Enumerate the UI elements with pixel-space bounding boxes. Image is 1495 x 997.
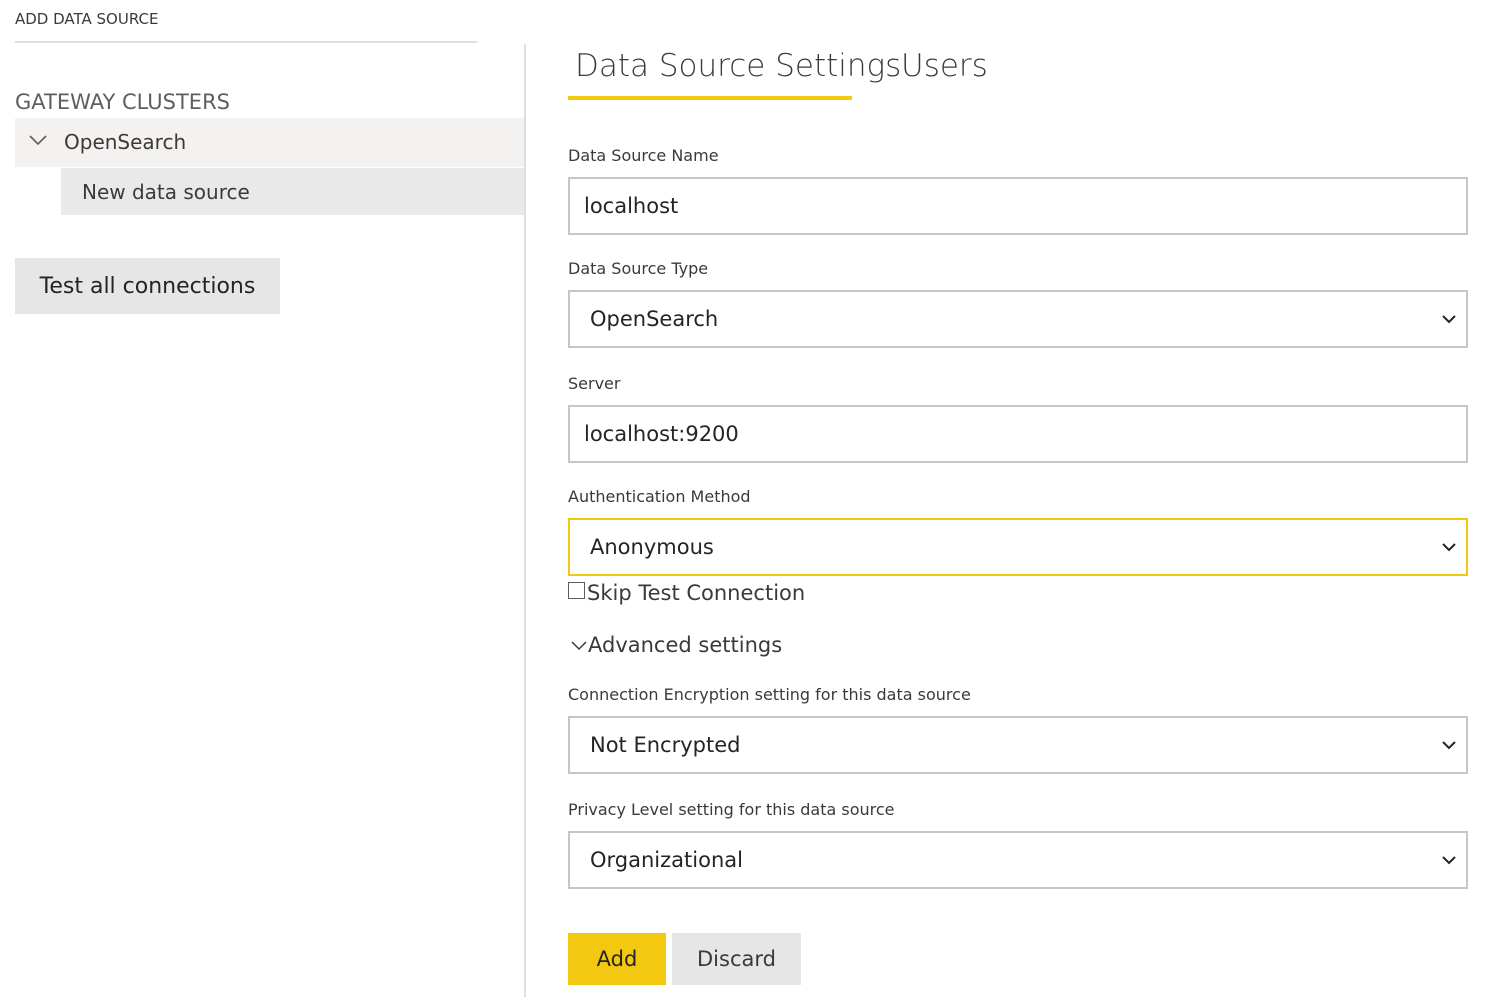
add-data-source-link[interactable]: ADD DATA SOURCE [15,10,158,28]
skip-test-connection-checkbox[interactable] [568,582,585,599]
server-value: localhost:9200 [584,422,739,446]
server-input[interactable]: localhost:9200 [568,405,1468,463]
add-data-source-underline [15,41,477,43]
panel-divider [524,44,526,997]
authentication-method-label: Authentication Method [568,487,751,506]
discard-button[interactable]: Discard [672,933,801,985]
data-source-type-label: Data Source Type [568,259,709,278]
privacy-level-value: Organizational [590,848,743,872]
chevron-down-icon [1442,741,1456,750]
skip-test-connection-label[interactable]: Skip Test Connection [587,581,805,605]
chevron-down-icon [1442,856,1456,865]
gateway-clusters-title: GATEWAY CLUSTERS [15,90,230,114]
privacy-level-label: Privacy Level setting for this data sour… [568,800,895,819]
privacy-level-select[interactable]: Organizational [568,831,1468,889]
server-label: Server [568,374,621,393]
active-tab-indicator [568,96,852,100]
encryption-select[interactable]: Not Encrypted [568,716,1468,774]
gateway-cluster-name: OpenSearch [64,130,187,154]
data-source-item[interactable]: New data source [61,168,524,215]
data-source-type-select[interactable]: OpenSearch [568,290,1468,348]
chevron-down-icon [1442,315,1456,324]
data-source-name-input[interactable]: localhost [568,177,1468,235]
left-panel: ADD DATA SOURCE GATEWAY CLUSTERS OpenSea… [0,0,525,997]
chevron-down-icon [571,641,587,651]
advanced-settings-label: Advanced settings [588,633,783,657]
data-source-type-value: OpenSearch [590,307,719,331]
gateway-cluster-item[interactable]: OpenSearch [15,118,524,167]
encryption-value: Not Encrypted [590,733,741,757]
test-all-connections-button[interactable]: Test all connections [15,258,280,314]
authentication-method-select[interactable]: Anonymous [568,518,1468,576]
add-button[interactable]: Add [568,933,666,985]
data-source-item-label: New data source [82,180,250,204]
authentication-method-value: Anonymous [590,535,714,559]
tab-users[interactable]: Users [901,48,988,84]
chevron-down-icon [1442,543,1456,552]
encryption-label: Connection Encryption setting for this d… [568,685,971,704]
data-source-name-label: Data Source Name [568,146,719,165]
tab-data-source-settings[interactable]: Data Source Settings [575,48,901,84]
data-source-name-value: localhost [584,194,679,218]
chevron-down-icon[interactable] [29,133,47,147]
